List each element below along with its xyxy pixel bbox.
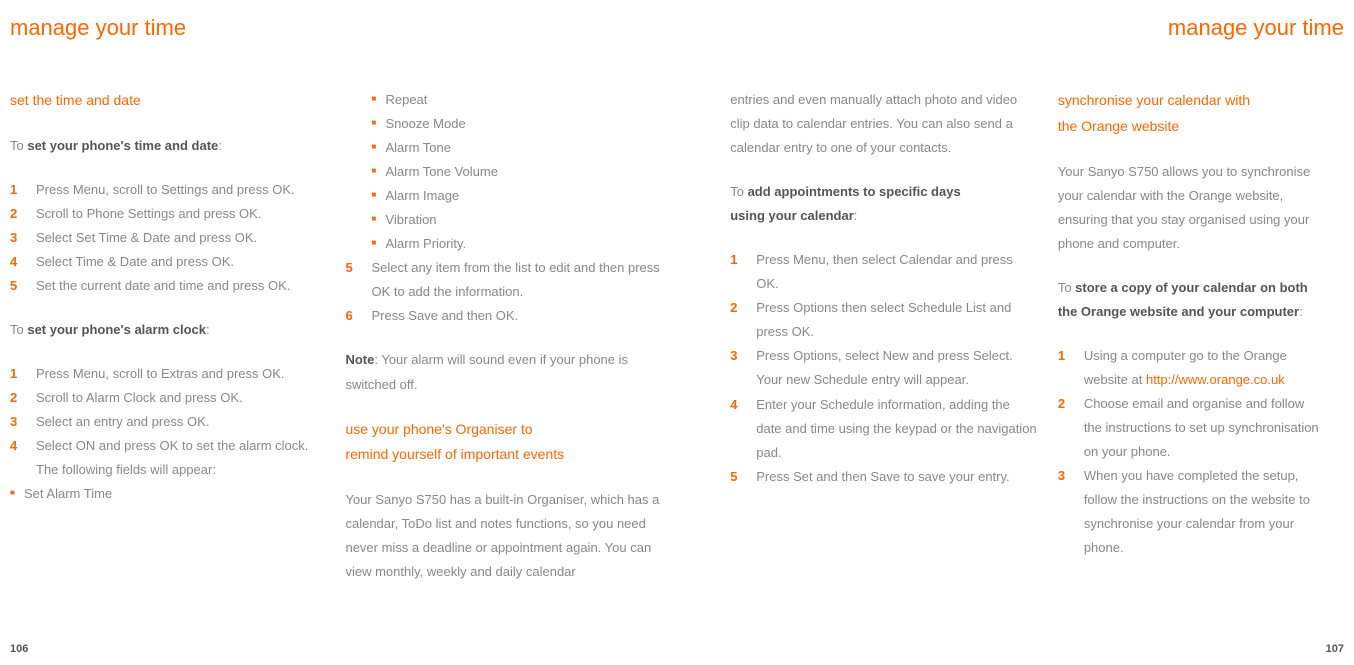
column-3: entries and even manually attach photo a… <box>730 88 1058 585</box>
title-line1: use your phone's Organiser to <box>345 421 532 437</box>
step-item: Scroll to Phone Settings and press OK. <box>10 202 325 226</box>
intro-appointments: To add appointments to specific days usin… <box>730 180 1038 228</box>
step-item: Scroll to Alarm Clock and press OK. <box>10 386 325 410</box>
note-label: Note <box>345 352 374 367</box>
intro-suffix: : <box>854 208 858 223</box>
intro-suffix: : <box>1299 304 1303 319</box>
step-item: Select Set Time & Date and press OK. <box>10 226 325 250</box>
step-item: When you have completed the setup, follo… <box>1058 464 1324 560</box>
steps-appointments: Press Menu, then select Calendar and pre… <box>730 248 1038 488</box>
column-2: Repeat Snooze Mode Alarm Tone Alarm Tone… <box>345 88 680 585</box>
intro-bold: set your phone's time and date <box>27 138 218 153</box>
organiser-paragraph: Your Sanyo S750 has a built-in Organiser… <box>345 488 660 584</box>
step-item: Enter your Schedule information, adding … <box>730 393 1038 465</box>
page-title-right: manage your time <box>1168 8 1344 49</box>
intro-prefix: To <box>1058 280 1075 295</box>
intro-bold: set your phone's alarm clock <box>27 322 206 337</box>
sync-paragraph: Your Sanyo S750 allows you to synchronis… <box>1058 160 1324 256</box>
list-item: Alarm Tone Volume <box>371 160 660 184</box>
intro-suffix: : <box>206 322 210 337</box>
step-item: Press Options, select New and press Sele… <box>730 344 1038 392</box>
orange-link: http://www.orange.co.uk <box>1146 372 1285 387</box>
steps-alarm-cont: Select any item from the list to edit an… <box>345 256 660 328</box>
list-item: Alarm Priority. <box>371 232 660 256</box>
content-columns: set the time and date To set your phone'… <box>10 88 1344 585</box>
intro-prefix: To <box>730 184 747 199</box>
page-number-left: 106 <box>10 639 28 659</box>
step-item: Press Menu, scroll to Settings and press… <box>10 178 325 202</box>
title-line2: remind yourself of important events <box>345 446 564 462</box>
sub-item: Set Alarm Time <box>10 482 325 506</box>
column-gap <box>681 88 730 585</box>
step-item: Press Menu, then select Calendar and pre… <box>730 248 1038 296</box>
step-item: Using a computer go to the Orange websit… <box>1058 344 1324 392</box>
step-item: Select an entry and press OK. <box>10 410 325 434</box>
title-line1: synchronise your calendar with <box>1058 92 1250 108</box>
organiser-paragraph-cont: entries and even manually attach photo a… <box>730 88 1038 160</box>
intro-bold-l1: add appointments to specific days <box>748 184 961 199</box>
step-text: Select ON and press OK to set the alarm … <box>36 438 308 477</box>
step-item: Set the current date and time and press … <box>10 274 325 298</box>
intro-bold-l2: using your calendar <box>730 208 854 223</box>
intro-time-date: To set your phone's time and date: <box>10 134 325 158</box>
intro-prefix: To <box>10 322 27 337</box>
step-item: Choose email and organise and follow the… <box>1058 392 1324 464</box>
list-item: Vibration <box>371 208 660 232</box>
steps-alarm: Press Menu, scroll to Extras and press O… <box>10 362 325 506</box>
intro-store-copy: To store a copy of your calendar on both… <box>1058 276 1324 324</box>
list-item: Alarm Tone <box>371 136 660 160</box>
intro-alarm: To set your phone's alarm clock: <box>10 318 325 342</box>
step-item: Press Menu, scroll to Extras and press O… <box>10 362 325 386</box>
step-item: Press Options then select Schedule List … <box>730 296 1038 344</box>
step-item: Press Save and then OK. <box>345 304 660 328</box>
page-title-left: manage your time <box>10 8 186 49</box>
section-title-time-date: set the time and date <box>10 88 325 114</box>
page-number-right: 107 <box>1326 639 1344 659</box>
step-item: Press Set and then Save to save your ent… <box>730 465 1038 489</box>
intro-bold-l1: store a copy of your calendar on both <box>1075 280 1308 295</box>
list-item: Repeat <box>371 88 660 112</box>
intro-suffix: : <box>218 138 222 153</box>
column-1: set the time and date To set your phone'… <box>10 88 345 585</box>
section-title-sync: synchronise your calendar with the Orang… <box>1058 88 1324 140</box>
note-text: : Your alarm will sound even if your pho… <box>345 352 628 391</box>
section-title-organiser: use your phone's Organiser to remind you… <box>345 417 660 469</box>
step-item: Select any item from the list to edit an… <box>345 256 660 304</box>
list-item: Alarm Image <box>371 184 660 208</box>
title-line2: the Orange website <box>1058 118 1179 134</box>
steps-time-date: Press Menu, scroll to Settings and press… <box>10 178 325 298</box>
intro-bold-l2: the Orange website and your computer <box>1058 304 1299 319</box>
list-item: Snooze Mode <box>371 112 660 136</box>
column-4: synchronise your calendar with the Orang… <box>1058 88 1344 585</box>
steps-sync: Using a computer go to the Orange websit… <box>1058 344 1324 560</box>
intro-prefix: To <box>10 138 27 153</box>
step-item: Select ON and press OK to set the alarm … <box>10 434 325 506</box>
alarm-sublist: Set Alarm Time <box>10 482 325 506</box>
step-item: Select Time & Date and press OK. <box>10 250 325 274</box>
alarm-fields-list: Repeat Snooze Mode Alarm Tone Alarm Tone… <box>345 88 660 256</box>
note-paragraph: Note: Your alarm will sound even if your… <box>345 348 660 396</box>
